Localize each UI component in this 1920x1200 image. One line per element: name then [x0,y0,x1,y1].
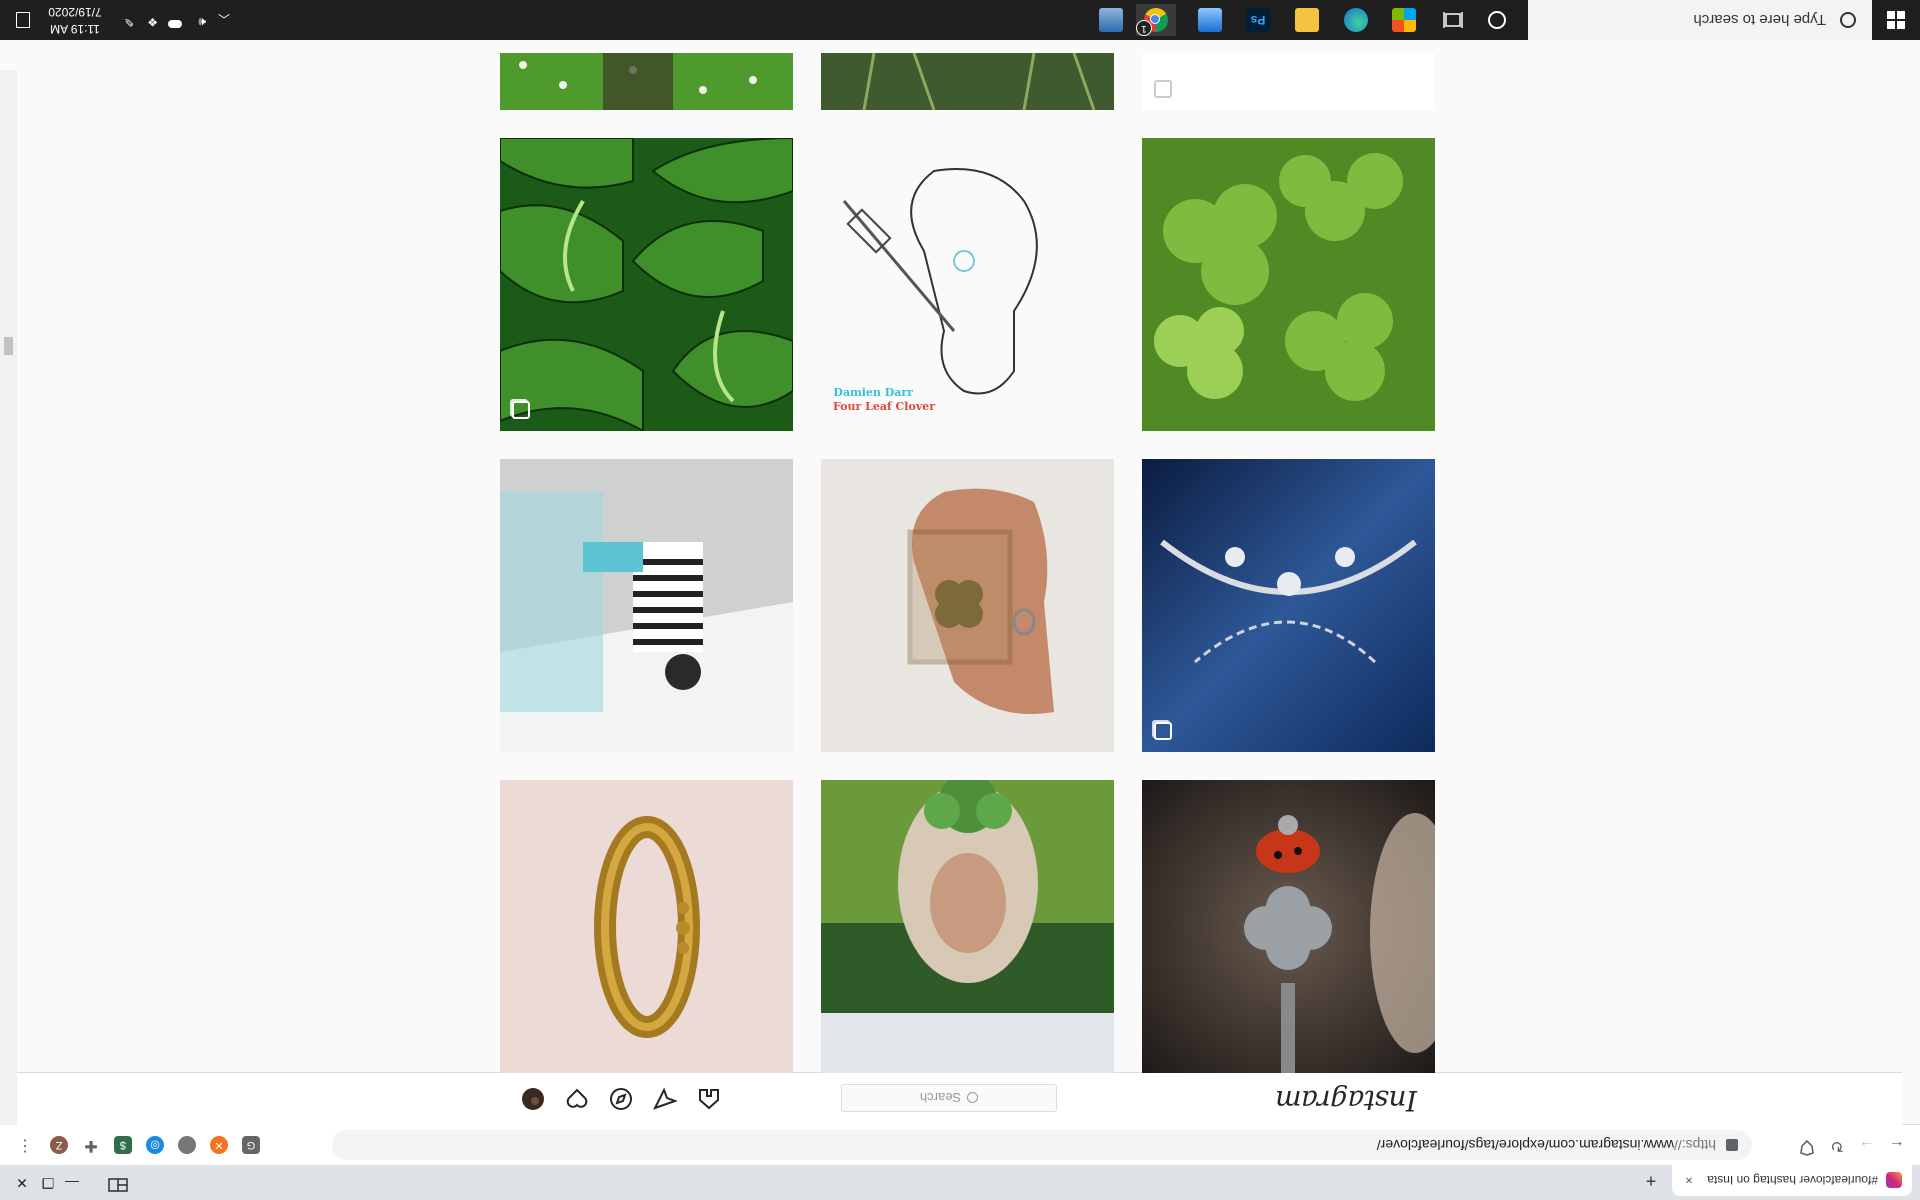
pen-icon[interactable]: ✎ [124,15,134,29]
profile-avatar[interactable]: Z [50,1136,68,1154]
instagram-favicon-icon [1886,1172,1902,1189]
instagram-logo[interactable]: Instagram [1276,1084,1417,1117]
extension-g-icon[interactable]: G [242,1136,260,1154]
show-hidden-icons-chevron-icon[interactable]: ︿ [218,11,230,28]
explore-compass-icon[interactable] [609,1087,633,1111]
browser-tab[interactable]: #fourleafclover hashtag on Insta × [1672,1165,1912,1196]
restore-icon[interactable]: ❐ [36,1172,60,1194]
search-icon [967,1092,979,1104]
instagram-header: Instagram Search [0,1072,1902,1125]
clock-time: 11:19 AM [50,22,100,36]
browser-menu-icon[interactable]: ⋮ [16,1136,34,1154]
close-window-icon[interactable]: ✕ [10,1172,34,1194]
multiple-photos-icon [1154,80,1172,98]
windows-start-icon[interactable] [1872,0,1920,40]
tile-ladybug-clover-ring[interactable] [1142,780,1435,1073]
onedrive-icon[interactable] [168,20,182,28]
direct-messages-icon[interactable] [653,1087,677,1111]
shield-extension-icon[interactable] [1796,1134,1818,1156]
office-icon[interactable] [1392,8,1416,32]
instagram-search-input[interactable]: Search [841,1084,1057,1112]
system-clock[interactable]: 11:19 AM 7/19/2020 [40,3,110,37]
extension-orange-icon[interactable]: ✕ [210,1136,228,1154]
address-bar[interactable]: https:// www.instagram.com/explore/tags/… [332,1130,1752,1160]
minimize-icon[interactable]: — [60,1172,84,1194]
dropbox-icon[interactable]: ❖ [147,15,158,29]
taskbar-search-input[interactable]: Type here to search [1528,0,1872,40]
tab-close-icon[interactable]: × [1680,1173,1698,1188]
home-icon[interactable] [697,1087,721,1111]
multiple-photos-icon [512,401,530,419]
photoshop-icon[interactable]: Ps [1246,8,1270,32]
notification-badge: 1 [1136,20,1152,36]
tile-partial-white[interactable] [1142,53,1435,110]
posts-grid: Four Leaf Clover Damien Darr [17,53,1920,1073]
screen: #fourleafclover hashtag on Insta × + — ❐… [0,0,1920,1200]
page-scrollbar[interactable] [0,70,17,1125]
tile-clover-leaves-photo[interactable] [1142,138,1435,431]
lock-icon [1726,1139,1738,1151]
windows-taskbar: Type here to search Ps 1 ︿ 🔊︎ ❖ ✎ 11:19 … [0,0,1920,40]
taskbar-search-placeholder: Type here to search [1693,11,1826,29]
chrome-icon-center [1150,14,1160,24]
url-scheme: https:// [1673,1137,1716,1153]
tile-person-clover-crown[interactable] [821,780,1114,1073]
browser-tab-title: #fourleafclover hashtag on Insta [1707,1173,1878,1188]
search-icon [1840,12,1856,28]
tile-four-leaf-clover-line-art[interactable]: Four Leaf Clover Damien Darr [821,138,1114,431]
back-icon[interactable]: ← [1886,1134,1908,1156]
action-center-icon[interactable] [16,12,30,28]
url-text: www.instagram.com/explore/tags/fourleafc… [1376,1137,1674,1153]
chrome-taskbar-button[interactable]: 1 [1136,4,1176,36]
forward-icon[interactable]: → [1856,1134,1878,1156]
artwork-artist-caption: Damien Darr [833,386,913,399]
tile-gold-ring[interactable] [500,780,793,1073]
tile-framed-four-leaf-clover[interactable] [821,459,1114,752]
reload-icon[interactable]: ↻ [1826,1134,1848,1156]
new-tab-button[interactable]: + [1640,1170,1662,1192]
extension-green-icon[interactable]: $ [114,1136,132,1154]
tile-striped-shirt-person[interactable] [500,459,793,752]
clock-date: 7/19/2020 [48,5,102,19]
cortana-icon[interactable] [1488,11,1506,29]
activity-heart-icon[interactable] [565,1087,589,1111]
settings-app-icon[interactable] [1099,8,1123,32]
system-tray: ︿ 🔊︎ ❖ ✎ 11:19 AM 7/19/2020 [0,0,230,40]
browser-tab-strip: #fourleafclover hashtag on Insta × + — ❐… [0,1165,1920,1200]
tile-green-clover-pattern[interactable] [500,138,793,431]
extension-circle-icon[interactable] [178,1136,196,1154]
multiple-photos-icon [1154,722,1172,740]
artwork-title-caption: Four Leaf Clover [833,400,936,413]
edge-browser-icon[interactable] [1344,8,1368,32]
browser-toolbar: ← → ↻ https:// www.instagram.com/explore… [0,1124,1920,1165]
tile-partial-grass[interactable] [821,53,1114,110]
photos-app-icon[interactable] [1198,8,1222,32]
scrollbar-thumb[interactable] [4,337,13,355]
extensions-puzzle-icon[interactable]: ✚ [82,1136,100,1154]
tile-silver-clover-bracelet[interactable] [1142,459,1435,752]
tile-partial-flowers[interactable] [500,53,793,110]
extension-blue-icon[interactable]: ◎ [146,1136,164,1154]
profile-avatar-icon[interactable] [521,1087,545,1111]
volume-icon[interactable]: 🔊︎ [198,14,206,29]
task-view-icon[interactable] [1441,8,1465,32]
layout-icon[interactable] [106,1172,130,1194]
file-explorer-icon[interactable] [1295,8,1319,32]
instagram-search-placeholder: Search [919,1090,962,1106]
